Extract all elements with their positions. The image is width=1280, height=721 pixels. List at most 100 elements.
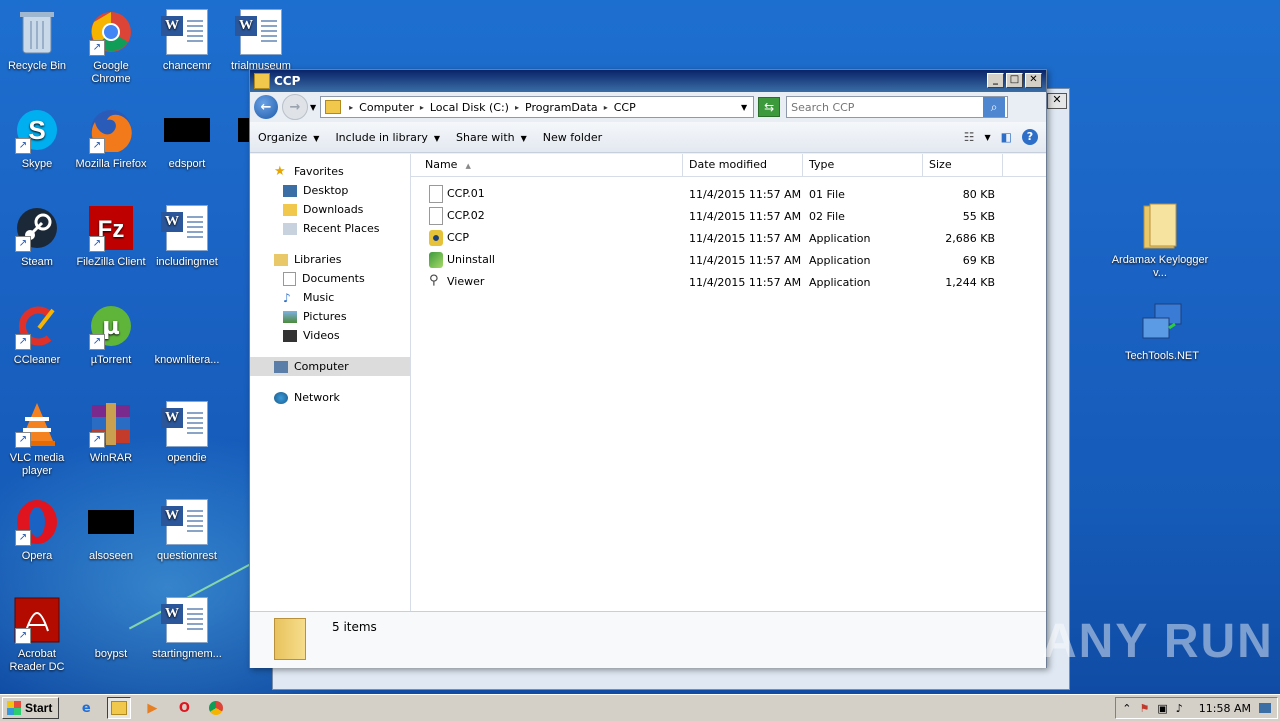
column-type[interactable]: Type <box>803 154 923 176</box>
share-with-button[interactable]: Share with ▼ <box>456 131 527 144</box>
desktop-icon-vlc[interactable]: ↗ VLC media player <box>0 400 74 478</box>
address-bar[interactable]: ▸ Computer ▸ Local Disk (C:) ▸ ProgramDa… <box>320 96 755 118</box>
breadcrumb-programdata[interactable]: ProgramData <box>525 101 598 114</box>
file-row[interactable]: ⚲ Viewer 11/4/2015 11:57 AM Application 1… <box>411 271 1046 293</box>
breadcrumb-separator-icon[interactable]: ▸ <box>420 103 424 112</box>
back-button[interactable]: ← <box>254 95 278 119</box>
nav-favorites[interactable]: ★ Favorites <box>250 162 410 181</box>
desktop-icon-steam[interactable]: ↗ Steam <box>0 204 74 269</box>
file-row[interactable]: CCP 11/4/2015 11:57 AM Application 2,686… <box>411 227 1046 249</box>
file-row[interactable]: Uninstall 11/4/2015 11:57 AM Application… <box>411 249 1046 271</box>
preview-pane-icon[interactable]: ◧ <box>1001 130 1012 144</box>
desktop-icon-startingmem[interactable]: startingmem... <box>150 596 224 661</box>
explorer-body: ★ Favorites Desktop Downloads Recent Plac… <box>250 154 1046 611</box>
desktop-icon-opera[interactable]: ↗ Opera <box>0 498 74 563</box>
nav-desktop[interactable]: Desktop <box>250 181 410 200</box>
title-bar[interactable]: CCP _ □ ✕ <box>250 70 1046 92</box>
desktop-icon-opendie[interactable]: opendie <box>150 400 224 465</box>
help-icon[interactable]: ? <box>1022 129 1038 145</box>
desktop-icon-trialmuseum[interactable]: trialmuseum <box>224 8 298 73</box>
desktop-icon-utorrent[interactable]: µ ↗ µTorrent <box>74 302 148 367</box>
file-size: 80 KB <box>962 187 995 201</box>
include-in-library-button[interactable]: Include in library ▼ <box>335 131 440 144</box>
desktop-icon-techtools[interactable]: TechTools.NET <box>1112 302 1212 363</box>
breadcrumb-separator-icon[interactable]: ▸ <box>604 103 608 112</box>
breadcrumb-separator-icon[interactable]: ▸ <box>515 103 519 112</box>
chrome-taskbar-icon[interactable] <box>205 698 227 718</box>
desktop-icon-acrobat[interactable]: ↗ Acrobat Reader DC <box>0 596 74 674</box>
file-type: Application <box>809 231 871 245</box>
file-list[interactable]: Name ▲ Date modified Type Size CCP.01 11/… <box>411 154 1046 611</box>
desktop-icon-skype[interactable]: S ↗ Skype <box>0 106 74 171</box>
nav-label: Videos <box>303 329 340 342</box>
start-button[interactable]: Start <box>2 697 60 719</box>
file-row[interactable]: CCP.02 11/4/2015 11:57 AM 02 File 55 KB <box>411 205 1046 227</box>
desktop-icon-chrome[interactable]: ↗ Google Chrome <box>74 8 148 86</box>
view-options-icon[interactable]: ☷ <box>964 130 975 144</box>
details-pane: 5 items <box>250 611 1046 668</box>
desktop-icon-alsoseen[interactable]: alsoseen <box>74 498 148 563</box>
column-size[interactable]: Size <box>923 154 1003 176</box>
address-dropdown-icon[interactable]: ▼ <box>741 103 747 112</box>
explorer-window[interactable]: CCP _ □ ✕ ← → ▼ ▸ Computer ▸ Local Disk … <box>249 69 1047 668</box>
explorer-taskbar-icon[interactable] <box>107 697 132 719</box>
search-icon[interactable]: ⌕ <box>983 97 1006 117</box>
desktop-icon-filezilla[interactable]: Fz ↗ FileZilla Client <box>74 204 148 269</box>
breadcrumb-local-disk[interactable]: Local Disk (C:) <box>430 101 509 114</box>
breadcrumb-separator-icon[interactable]: ▸ <box>349 103 353 112</box>
nav-documents[interactable]: Documents <box>250 269 410 288</box>
chevron-down-icon[interactable]: ▼ <box>985 133 991 142</box>
internet-explorer-icon[interactable]: e <box>75 698 97 718</box>
refresh-icon[interactable]: ⇆ <box>758 97 781 117</box>
search-box[interactable]: ⌕ <box>786 96 1009 118</box>
desktop-icon-winrar[interactable]: ↗ WinRAR <box>74 400 148 465</box>
file-size: 55 KB <box>962 209 995 223</box>
desktop-icon-edsport[interactable]: edsport <box>150 106 224 171</box>
desktop-icon-recycle-bin[interactable]: Recycle Bin <box>0 8 74 73</box>
file-size: 69 KB <box>962 253 995 267</box>
nav-network[interactable]: Network <box>250 388 410 407</box>
nav-videos[interactable]: Videos <box>250 326 410 345</box>
minimize-button[interactable]: _ <box>987 73 1004 88</box>
forward-button[interactable]: → <box>282 94 308 120</box>
desktop-icon-firefox[interactable]: ↗ Mozilla Firefox <box>74 106 148 171</box>
desktop-icon-includingmet[interactable]: includingmet <box>150 204 224 269</box>
search-input[interactable] <box>787 99 984 115</box>
nav-downloads[interactable]: Downloads <box>250 200 410 219</box>
column-date[interactable]: Date modified <box>683 154 803 176</box>
share-label: Share with <box>456 130 515 144</box>
media-player-icon[interactable]: ▶ <box>141 698 163 718</box>
file-row[interactable]: CCP.01 11/4/2015 11:57 AM 01 File 80 KB <box>411 183 1046 205</box>
show-hidden-icons-icon[interactable]: ⌃ <box>1122 702 1131 715</box>
breadcrumb-ccp[interactable]: CCP <box>614 101 636 114</box>
nav-music[interactable]: ♪ Music <box>250 288 410 307</box>
volume-icon[interactable]: ♪ <box>1176 702 1183 715</box>
organize-button[interactable]: Organize ▼ <box>258 131 319 144</box>
nav-computer[interactable]: Computer <box>250 357 410 376</box>
close-icon[interactable]: ✕ <box>1047 93 1067 109</box>
blank-thumbnail-icon <box>163 302 211 350</box>
action-center-icon[interactable]: ⚑ <box>1139 702 1149 715</box>
desktop-icon-ardamax[interactable]: Ardamax Keylogger v... <box>1110 202 1210 280</box>
desktop-icon-label: TechTools.NET <box>1125 350 1199 362</box>
network-tray-icon[interactable]: ▣ <box>1157 702 1167 715</box>
include-label: Include in library <box>335 130 428 144</box>
nav-recent-places[interactable]: Recent Places <box>250 219 410 238</box>
desktop-icon-knownlitera[interactable]: knownlitera... <box>150 302 224 367</box>
opera-taskbar-icon[interactable]: O <box>173 698 195 718</box>
desktop-icon-boypst[interactable]: boypst <box>74 596 148 661</box>
nav-libraries[interactable]: Libraries <box>250 250 410 269</box>
close-button[interactable]: ✕ <box>1025 73 1042 88</box>
maximize-button[interactable]: □ <box>1006 73 1023 88</box>
breadcrumb-computer[interactable]: Computer <box>359 101 414 114</box>
show-desktop-icon[interactable] <box>1259 703 1271 713</box>
desktop-icon-label: Opera <box>21 550 53 562</box>
clock[interactable]: 11:58 AM <box>1199 702 1251 715</box>
column-name[interactable]: Name ▲ <box>411 154 683 176</box>
nav-pictures[interactable]: Pictures <box>250 307 410 326</box>
desktop-icon-chancemr[interactable]: chancemr <box>150 8 224 73</box>
recent-pages-chevron-icon[interactable]: ▼ <box>310 103 316 112</box>
desktop-icon-questionrest[interactable]: questionrest <box>150 498 224 563</box>
new-folder-button[interactable]: New folder <box>543 131 602 144</box>
desktop-icon-ccleaner[interactable]: ↗ CCleaner <box>0 302 74 367</box>
